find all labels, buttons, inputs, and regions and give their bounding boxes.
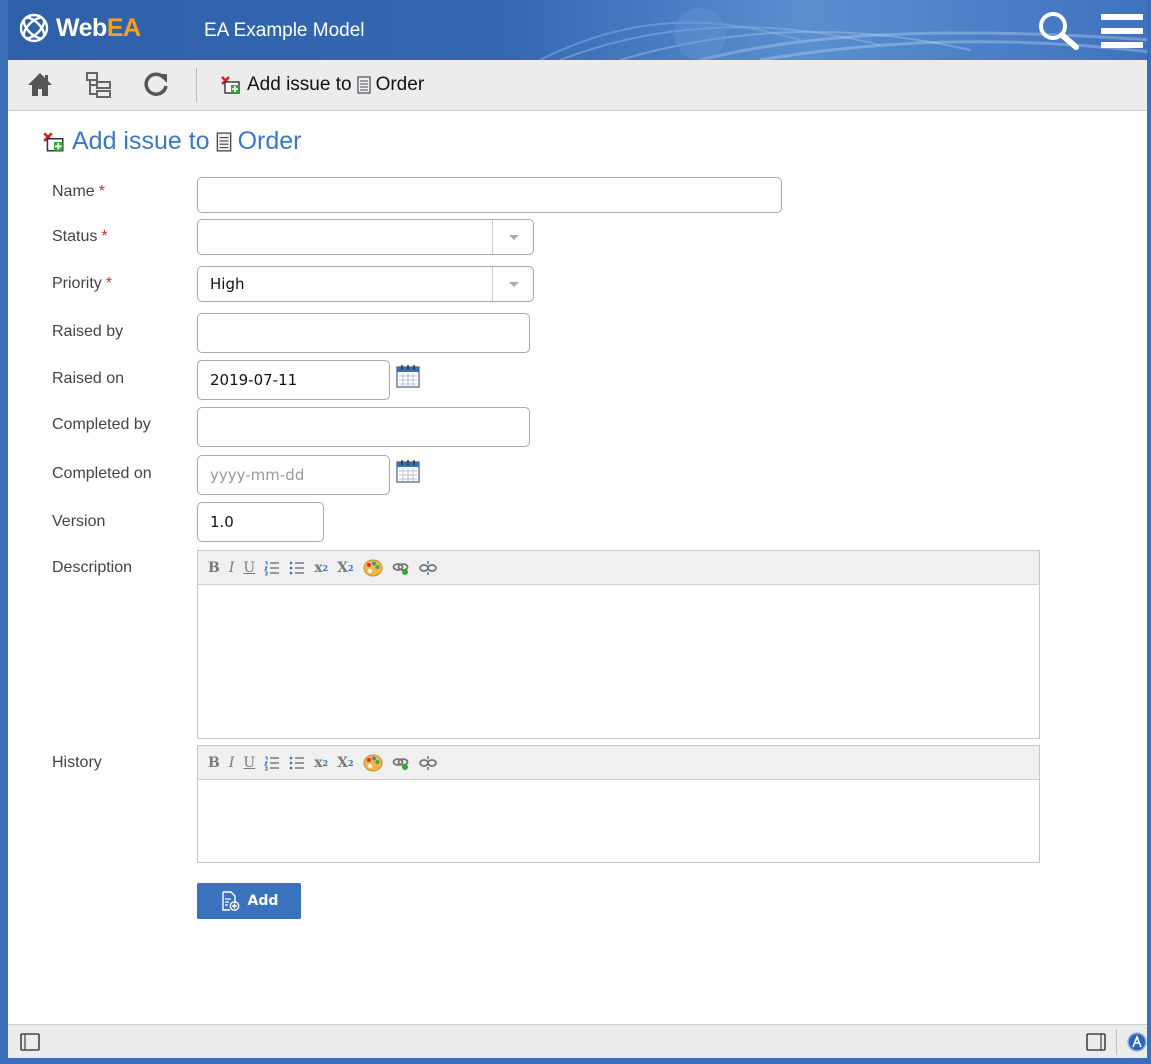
window-frame-right	[1147, 0, 1151, 1064]
bold-button[interactable]: B	[208, 560, 220, 576]
webea-logo[interactable]: WebEA	[18, 12, 141, 44]
history-text-area[interactable]	[198, 780, 1039, 863]
numbered-list-icon[interactable]	[264, 755, 280, 771]
color-palette-icon[interactable]	[363, 754, 383, 772]
insert-link-icon[interactable]	[392, 560, 410, 576]
add-button-label: Add	[247, 893, 279, 909]
subscript-button[interactable]: X2	[337, 755, 353, 771]
bulleted-list-icon[interactable]	[289, 560, 305, 576]
description-editor-toolbar: B I U x2 X2	[198, 551, 1039, 585]
raised-by-label: Raised by	[52, 323, 124, 340]
refresh-icon[interactable]	[142, 70, 170, 102]
history-editor-toolbar: B I U x2 X2	[198, 746, 1039, 780]
page-title: Add issue to Order	[42, 127, 302, 156]
superscript-button[interactable]: x2	[314, 560, 328, 576]
home-icon[interactable]	[26, 70, 54, 102]
italic-button[interactable]: I	[229, 560, 235, 576]
priority-selected-value: High	[210, 275, 245, 293]
history-label: History	[52, 754, 102, 771]
page-title-action: Add issue to	[72, 127, 210, 155]
hamburger-menu-icon[interactable]	[1101, 14, 1143, 52]
calendar-icon[interactable]	[396, 459, 420, 487]
history-editor: B I U x2 X2	[197, 745, 1040, 863]
class-element-icon	[356, 76, 371, 94]
browser-tree-icon[interactable]	[84, 70, 114, 104]
numbered-list-icon[interactable]	[264, 560, 280, 576]
toolbar-crumb-action: Add issue to	[247, 74, 352, 95]
toolbar-breadcrumb: Add issue to Order	[220, 74, 424, 96]
user-account-icon[interactable]	[1127, 1032, 1147, 1056]
status-bar	[8, 1024, 1147, 1059]
subscript-button[interactable]: X2	[337, 560, 353, 576]
status-bar-separator	[1116, 1029, 1117, 1055]
superscript-button[interactable]: x2	[314, 755, 328, 771]
toolbar-crumb-target[interactable]: Order	[376, 74, 425, 96]
priority-label: Priority *	[52, 275, 113, 292]
toolbar-separator	[196, 68, 197, 102]
italic-button[interactable]: I	[229, 755, 235, 771]
page-title-target: Order	[237, 127, 302, 155]
underline-button[interactable]: U	[243, 560, 255, 576]
toolbar: Add issue to Order	[8, 60, 1147, 111]
raised-by-field[interactable]	[197, 313, 530, 353]
raised-on-label: Raised on	[52, 370, 125, 387]
chevron-down-icon[interactable]	[492, 220, 533, 254]
description-label: Description	[52, 559, 133, 576]
version-label: Version	[52, 513, 106, 530]
toggle-right-panel-icon[interactable]	[1086, 1033, 1106, 1055]
completed-by-label: Completed by	[52, 416, 151, 433]
add-button[interactable]: Add	[197, 883, 301, 919]
search-icon[interactable]	[1036, 10, 1082, 54]
color-palette-icon[interactable]	[363, 559, 383, 577]
bulleted-list-icon[interactable]	[289, 755, 305, 771]
header-bar: WebEA EA Example Model	[0, 0, 1151, 60]
name-field[interactable]	[197, 177, 782, 213]
required-marker: *	[105, 275, 113, 292]
logo-text: WebEA	[56, 13, 141, 42]
status-select[interactable]	[197, 219, 534, 255]
version-field[interactable]: 1.0	[197, 502, 324, 542]
status-label: Status *	[52, 228, 108, 245]
completed-on-label: Completed on	[52, 465, 152, 482]
remove-link-icon[interactable]	[418, 560, 437, 576]
description-text-area[interactable]	[198, 585, 1039, 739]
bold-button[interactable]: B	[208, 755, 220, 771]
completed-by-field[interactable]	[197, 407, 530, 447]
chevron-down-icon[interactable]	[492, 267, 533, 301]
raised-on-date-field[interactable]: 2019-07-11	[197, 360, 390, 400]
webea-logo-icon	[19, 13, 49, 43]
insert-link-icon[interactable]	[392, 755, 410, 771]
add-issue-icon	[221, 76, 240, 94]
calendar-icon[interactable]	[396, 364, 420, 392]
required-marker: *	[98, 183, 105, 200]
window-frame-left	[0, 0, 8, 1064]
description-editor: B I U x2 X2	[197, 550, 1040, 739]
model-title: EA Example Model	[204, 20, 365, 41]
remove-link-icon[interactable]	[418, 755, 437, 771]
window-frame-bottom	[0, 1058, 1151, 1064]
priority-select[interactable]: High	[197, 266, 534, 302]
underline-button[interactable]: U	[243, 755, 255, 771]
add-issue-icon	[43, 131, 64, 151]
completed-on-date-field[interactable]: yyyy-mm-dd	[197, 455, 390, 495]
required-marker: *	[101, 228, 108, 245]
toggle-left-panel-icon[interactable]	[20, 1033, 40, 1055]
name-label: Name *	[52, 183, 105, 200]
add-document-icon	[221, 891, 239, 911]
class-element-icon	[216, 131, 231, 152]
